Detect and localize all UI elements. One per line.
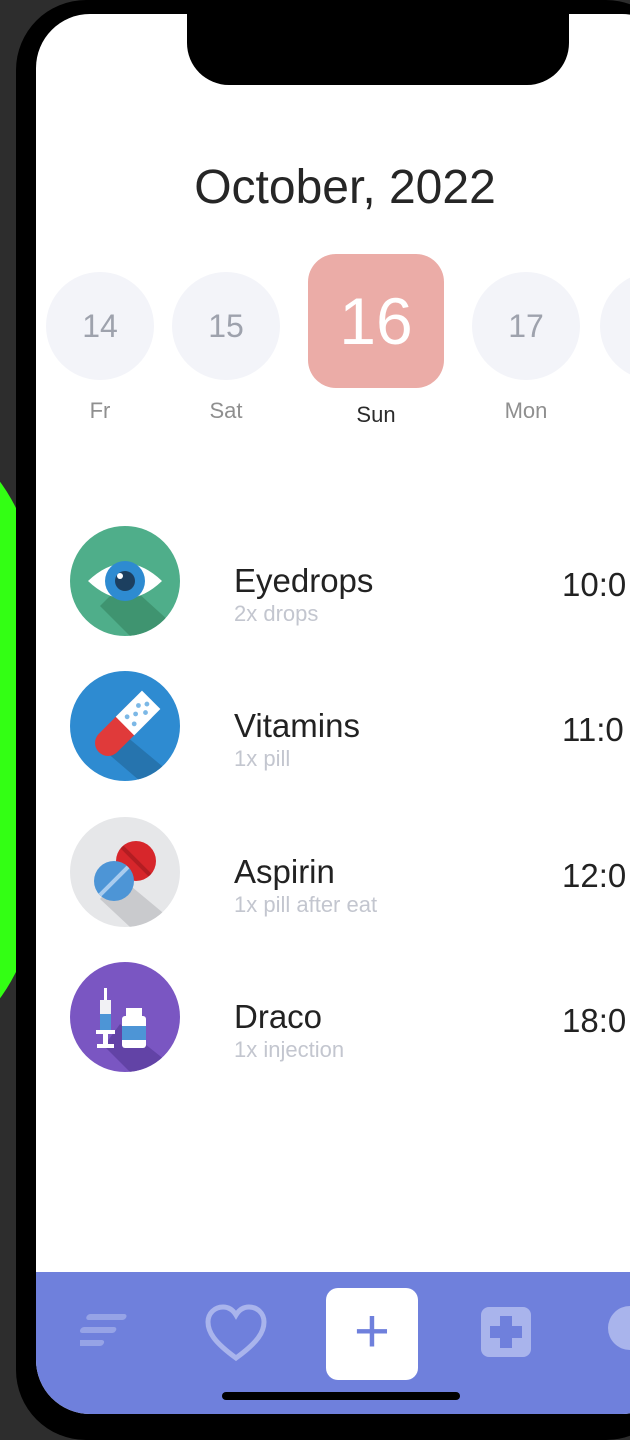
calendar-day-14[interactable]: 14 Fr [46, 272, 154, 423]
med-time: 12:0 [562, 857, 627, 894]
day-number: 16 [308, 254, 444, 388]
med-row-aspirin[interactable]: Aspirin 1x pill after eat 12:0 [70, 817, 630, 929]
day-weekday: Sat [209, 398, 243, 423]
calendar-day-16-selected[interactable]: 16 Sun [308, 254, 444, 427]
eye-icon [70, 526, 180, 636]
med-name: Vitamins [234, 707, 360, 744]
tablets-icon [70, 817, 180, 927]
pill-capsule-icon [70, 671, 180, 781]
day-number: 17 [472, 272, 580, 380]
pie-chart-icon[interactable] [602, 1296, 630, 1356]
med-name: Eyedrops [234, 562, 374, 599]
syringe-icon [70, 962, 180, 1072]
med-row-vitamins[interactable]: Vitamins 1x pill 11:0 [70, 671, 630, 783]
calendar-day-15[interactable]: 15 Sat [172, 272, 280, 423]
calendar-day-next[interactable] [600, 272, 630, 380]
med-name: Draco [234, 998, 323, 1035]
home-indicator [222, 1392, 460, 1400]
phone-notch [187, 14, 569, 85]
first-aid-icon[interactable] [476, 1302, 536, 1362]
med-row-eyedrops[interactable]: Eyedrops 2x drops 10:0 [70, 526, 630, 638]
day-number: 15 [172, 272, 280, 380]
med-row-draco[interactable]: Draco 1x injection 18:0 [70, 962, 630, 1074]
med-dose: 2x drops [234, 601, 319, 626]
day-number: 14 [46, 272, 154, 380]
menu-icon[interactable] [76, 1300, 136, 1360]
month-title: October, 2022 [194, 161, 496, 214]
med-dose: 1x pill [234, 746, 291, 771]
add-button[interactable]: + [326, 1288, 418, 1380]
med-time: 18:0 [562, 1002, 627, 1039]
day-number-partial [600, 272, 630, 380]
day-weekday: Mon [504, 398, 548, 423]
med-name: Aspirin [234, 853, 335, 890]
med-dose: 1x injection [234, 1037, 345, 1062]
med-time: 11:0 [562, 711, 624, 748]
phone-screen: October, 2022 14 Fr 15 Sat 16 Sun 17 Mon [36, 14, 630, 1414]
med-dose: 1x pill after eat [234, 892, 378, 917]
calendar-day-17[interactable]: 17 Mon [472, 272, 580, 423]
med-time: 10:0 [562, 566, 627, 603]
day-weekday: Fr [89, 398, 111, 423]
heart-icon[interactable] [198, 1298, 274, 1368]
day-weekday: Sun [356, 402, 396, 427]
app-stage: October, 2022 14 Fr 15 Sat 16 Sun 17 Mon [0, 0, 630, 1440]
